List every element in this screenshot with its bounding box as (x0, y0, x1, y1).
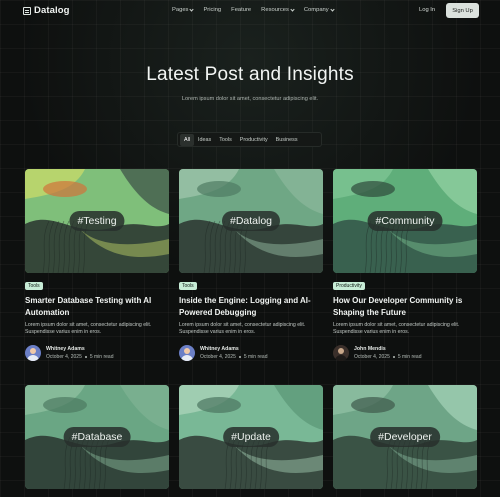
nav-feature[interactable]: Feature (231, 7, 251, 13)
post-title[interactable]: Smarter Database Testing with AI Automat… (25, 295, 169, 318)
post-excerpt: Lorem ipsum dolor sit amet, consectetur … (179, 322, 306, 336)
post-excerpt: Lorem ipsum dolor sit amet, consectetur … (25, 322, 152, 336)
author-name: Whitney Adams (200, 346, 239, 352)
avatar-body (181, 355, 193, 361)
cover-paint-stroke (197, 397, 241, 413)
read-time: 5 min read (89, 354, 114, 360)
filter-productivity[interactable]: Productivity (236, 134, 272, 146)
post-hashtag: #Community (367, 211, 443, 231)
brand-logo[interactable]: Datalog (23, 5, 70, 16)
post-date: October 4, 2025 (46, 354, 82, 360)
post-meta: October 4, 2025 5 min read (354, 354, 421, 360)
nav-company[interactable]: Company (303, 6, 335, 13)
post-meta: October 4, 2025 5 min read (200, 354, 267, 360)
post-card[interactable]: #Datalog Tools Inside the Engine: Loggin… (179, 169, 323, 361)
nav-feature-label: Feature (231, 7, 252, 13)
page-title: Latest Post and Insights (146, 64, 354, 85)
nav-pricing-label: Pricing (203, 7, 222, 13)
post-cover-image[interactable]: #Testing (25, 169, 169, 273)
post-hashtag: #Testing (69, 211, 125, 231)
post-cover-image[interactable]: #Database (25, 385, 169, 489)
cover-paint-stroke (43, 397, 87, 413)
page-subtitle: Lorem ipsum dolor sit amet, consectetur … (181, 96, 319, 102)
top-navbar: Datalog Pages Pricing Feature Resources … (0, 0, 500, 22)
post-card[interactable]: #Developer (333, 385, 477, 489)
nav-resources[interactable]: Resources (261, 6, 295, 13)
post-meta: October 4, 2025 5 min read (46, 354, 113, 360)
avatar-head (184, 348, 190, 354)
post-cover-image[interactable]: #Community (333, 169, 477, 273)
avatar (179, 345, 195, 361)
cover-paint-stroke (43, 181, 87, 197)
avatar-body (335, 355, 347, 361)
filter-ideas[interactable]: Ideas (194, 134, 215, 146)
cover-paint-stroke (351, 181, 395, 197)
post-cover-image[interactable]: #Datalog (179, 169, 323, 273)
separator-dot (238, 356, 241, 358)
cover-paint-stroke (197, 181, 241, 197)
read-time: 5 min read (243, 354, 268, 360)
post-excerpt: Lorem ipsum dolor sit amet, consectetur … (333, 322, 460, 336)
post-author: Whitney Adams October 4, 2025 5 min read (179, 345, 267, 361)
nav-resources-label: Resources (261, 7, 289, 13)
filter-tools[interactable]: Tools (215, 134, 236, 146)
post-hashtag: #Datalog (221, 211, 281, 231)
separator-dot (84, 356, 87, 358)
author-name: John Mendis (354, 346, 386, 352)
author-name: Whitney Adams (46, 346, 85, 352)
nav-pricing[interactable]: Pricing (203, 7, 221, 13)
nav-pages[interactable]: Pages (172, 6, 195, 13)
post-author: John Mendis October 4, 2025 5 min read (333, 345, 421, 361)
signup-button[interactable]: Sign Up (446, 3, 479, 18)
nav-pages-label: Pages (172, 7, 189, 13)
filter-all[interactable]: All (180, 133, 194, 146)
post-card[interactable]: #Database (25, 385, 169, 489)
avatar-body (27, 355, 39, 361)
post-title[interactable]: Inside the Engine: Logging and AI-Powere… (179, 295, 323, 318)
avatar (25, 345, 41, 361)
read-time: 5 min read (397, 354, 422, 360)
category-filter-tabs: All Ideas Tools Productivity Business (177, 132, 322, 147)
post-card[interactable]: #Update (179, 385, 323, 489)
avatar (333, 345, 349, 361)
database-icon (23, 6, 31, 15)
post-card[interactable]: #Testing Tools Smarter Database Testing … (25, 169, 169, 361)
chevron-down-icon (189, 6, 195, 12)
nav-links: Pages Pricing Feature Resources Company (172, 6, 344, 13)
post-category-tag[interactable]: Productivity (333, 282, 365, 290)
post-category-tag[interactable]: Tools (25, 282, 43, 290)
avatar-head (338, 348, 344, 354)
post-author: Whitney Adams October 4, 2025 5 min read (25, 345, 113, 361)
post-hashtag: #Update (223, 427, 279, 447)
avatar-head (30, 348, 36, 354)
brand-name: Datalog (34, 5, 70, 16)
post-category-tag[interactable]: Tools (179, 282, 197, 290)
post-cover-image[interactable]: #Developer (333, 385, 477, 489)
nav-company-label: Company (303, 7, 329, 13)
chevron-down-icon (330, 6, 335, 12)
cover-paint-stroke (351, 397, 395, 413)
filter-business[interactable]: Business (272, 134, 302, 146)
login-link[interactable]: Log In (419, 7, 435, 13)
post-hashtag: #Database (63, 427, 131, 447)
post-date: October 4, 2025 (200, 354, 236, 360)
chevron-down-icon (290, 6, 295, 12)
post-card[interactable]: #Community Productivity How Our Develope… (333, 169, 477, 361)
post-hashtag: #Developer (370, 427, 440, 447)
post-title[interactable]: How Our Developer Community is Shaping t… (333, 295, 477, 318)
separator-dot (392, 356, 395, 358)
post-date: October 4, 2025 (354, 354, 390, 360)
post-cover-image[interactable]: #Update (179, 385, 323, 489)
